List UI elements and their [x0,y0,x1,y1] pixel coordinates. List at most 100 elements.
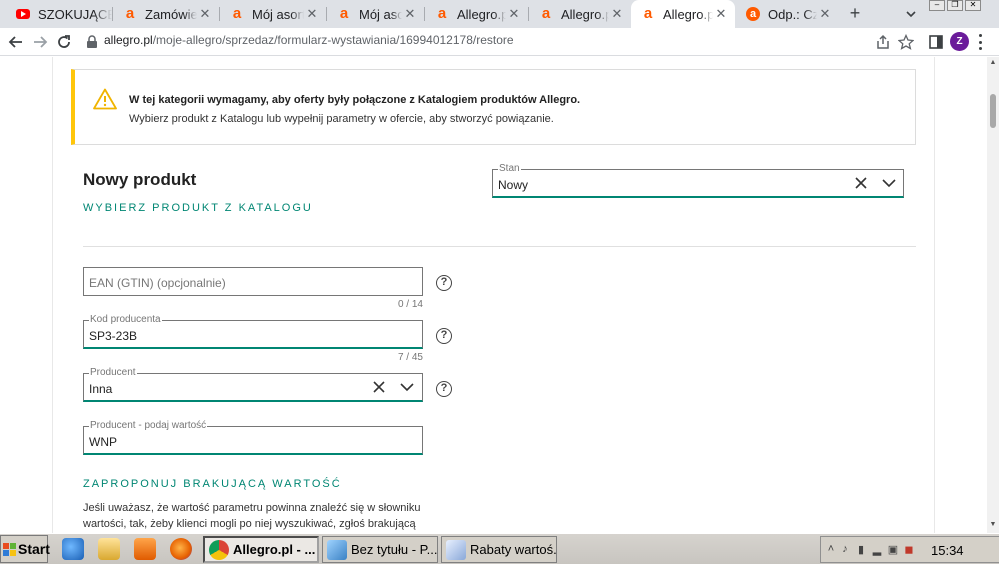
allegro-icon: a [339,5,349,22]
suggest-missing-value-link[interactable]: ZAPROPONUJ BRAKUJĄCĄ WARTOŚĆ [83,478,342,490]
media-player-icon[interactable] [134,538,156,560]
url-path: /moje-allegro/sprzedaz/formularz-wystawi… [152,33,514,47]
close-tab-icon[interactable]: ✕ [304,6,320,22]
browser-tab[interactable]: a Mój asortyment ✕ [327,0,424,28]
page-viewport: W tej kategorii wymagamy, aby oferty był… [0,57,987,533]
folder-icon[interactable] [98,538,120,560]
page-scrollbar[interactable]: ▲ ▼ [987,57,999,533]
tab-title: SZOKUJĄCE [38,6,112,22]
producer-legend: Producent [89,367,137,379]
tab-title: Allegro.pl [663,6,713,22]
antivirus-icon[interactable]: ◼ [903,543,915,557]
chevron-down-icon[interactable] [881,176,897,190]
producer-code-counter: 7 / 45 [397,352,423,363]
browser-tab-active[interactable]: a Allegro.pl ✕ [631,0,735,28]
taskbar-item-label: Allegro.pl - ... [233,542,316,557]
allegro-icon: a [541,5,551,22]
producer-code-input[interactable]: Kod producenta SP3-23B [83,314,423,349]
scroll-up-icon[interactable]: ▲ [989,59,997,67]
taskbar-item-document[interactable]: Rabaty wartoś... [441,536,557,563]
condition-value: Nowy [498,178,529,192]
new-tab-icon[interactable]: + [845,3,865,23]
volume-icon[interactable]: ♪ [839,543,851,557]
choose-from-catalog-link[interactable]: WYBIERZ PRODUKT Z KATALOGU [83,202,313,214]
allegro-icon: a [232,5,242,22]
tab-title: Mój asortyment [252,6,304,22]
close-tab-icon[interactable]: ✕ [197,6,213,22]
taskbar-item-label: Bez tytułu - P... [351,542,438,557]
ean-counter: 0 / 14 [397,299,423,310]
display-icon[interactable]: ▣ [887,543,899,557]
chevron-down-icon[interactable] [399,380,415,394]
forward-icon[interactable] [30,32,50,52]
restore-icon[interactable]: ❐ [947,0,963,11]
producer-help-icon[interactable]: ? [436,381,452,397]
allegro-icon: a [437,5,447,22]
close-window-icon[interactable]: ✕ [965,0,981,11]
internet-explorer-icon[interactable] [62,538,84,560]
producer-value: Inna [89,382,113,396]
tab-title: Zamówienia [145,6,197,22]
clear-icon[interactable] [371,379,387,395]
close-tab-icon[interactable]: ✕ [609,6,625,22]
menu-kebab-icon[interactable] [977,34,983,50]
taskbar-item-chrome[interactable]: Allegro.pl - ... [203,536,319,563]
producer-value-text: WNP [89,435,117,449]
allegro-icon: a [643,5,653,22]
start-label: Start [18,541,50,557]
taskbar-item-paint[interactable]: Bez tytułu - P... [322,536,438,563]
network-icon[interactable]: ▮ [855,543,867,557]
ean-help-icon[interactable]: ? [436,275,452,291]
firefox-icon[interactable] [170,538,192,560]
close-tab-icon[interactable]: ✕ [713,6,729,22]
catalog-warning-alert: W tej kategorii wymagamy, aby oferty był… [71,69,916,145]
clock: 15:34 [931,543,964,558]
producer-select[interactable]: Producent Inna [83,367,423,402]
browser-tab[interactable]: a Mój asortyment ✕ [220,0,326,28]
producer-value-input[interactable]: Producent - podaj wartość WNP [83,420,423,455]
back-icon[interactable] [6,32,26,52]
tab-title: Odp.: Czy [768,6,817,22]
condition-legend: Stan [498,163,521,175]
tab-title: Allegro.pl [561,6,609,22]
producer-code-value: SP3-23B [89,329,138,343]
close-tab-icon[interactable]: ✕ [817,6,833,22]
url-host: allegro.pl [104,33,153,47]
paint-icon [327,539,347,560]
start-button[interactable]: Start [0,535,50,563]
ean-input[interactable]: EAN (GTIN) (opcjonalnie) [83,267,423,296]
browser-tab[interactable]: a Allegro.pl ✕ [425,0,528,28]
allegro-icon: a [125,5,135,22]
browser-tab[interactable]: SZOKUJĄCE [6,0,112,28]
share-icon[interactable] [873,32,893,52]
allegro-community-icon: a [746,7,760,21]
side-panel-icon[interactable] [926,32,946,52]
close-tab-icon[interactable]: ✕ [506,6,522,22]
tab-search-icon[interactable] [903,6,919,22]
ean-placeholder: EAN (GTIN) (opcjonalnie) [89,276,226,290]
warning-icon [93,88,117,110]
chrome-icon [209,539,229,560]
signal-icon[interactable]: ▂ [871,543,883,557]
address-bar[interactable]: allegro.pl/moje-allegro/sprzedaz/formula… [104,33,514,47]
reload-icon[interactable] [54,32,74,52]
system-tray: ˄ ♪ ▮ ▂ ▣ ◼ 15:34 [820,536,999,563]
scroll-thumb[interactable] [990,94,996,128]
browser-tab-strip: SZOKUJĄCE a Zamówienia ✕ a Mój asortymen… [0,0,999,28]
close-tab-icon[interactable]: ✕ [402,6,418,22]
bookmark-star-icon[interactable] [896,32,916,52]
minimize-icon[interactable]: – [929,0,945,11]
tab-title: Mój asortyment [359,6,402,22]
browser-tab[interactable]: a Zamówienia ✕ [113,0,219,28]
condition-select[interactable]: Stan Nowy [492,163,904,198]
browser-tab[interactable]: a Allegro.pl ✕ [529,0,631,28]
lock-icon[interactable] [82,32,102,52]
scroll-down-icon[interactable]: ▼ [989,521,997,529]
alert-title: W tej kategorii wymagamy, aby oferty był… [129,94,581,106]
profile-avatar[interactable]: Z [950,32,969,51]
producer-code-help-icon[interactable]: ? [436,328,452,344]
document-icon [446,539,466,560]
tray-expand-icon[interactable]: ˄ [825,543,837,557]
browser-tab[interactable]: a Odp.: Czy ✕ [736,0,839,28]
clear-icon[interactable] [853,175,869,191]
